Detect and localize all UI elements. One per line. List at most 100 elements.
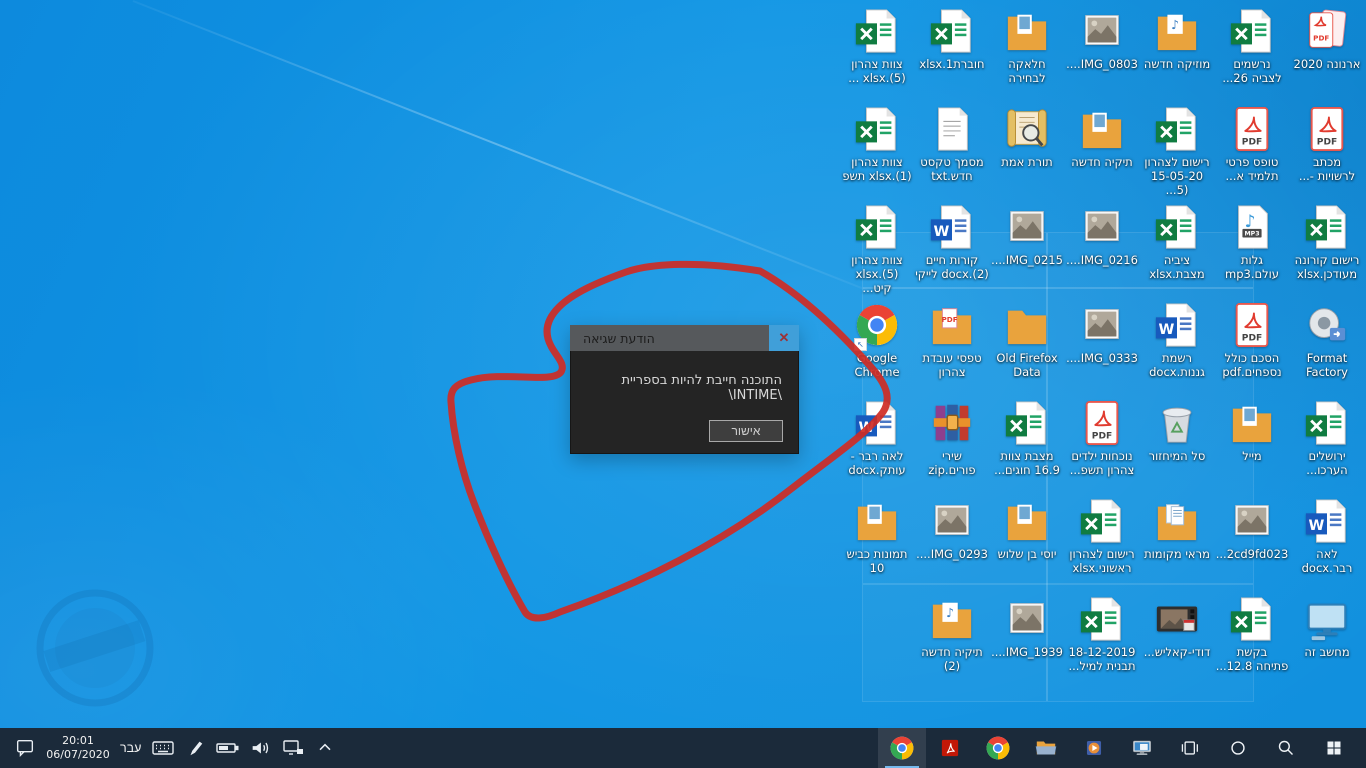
pc-icon — [1304, 596, 1350, 642]
chevron-up-icon[interactable] — [315, 738, 335, 758]
desktop-icon[interactable]: IMG_0215.... — [990, 204, 1064, 267]
desktop-icon[interactable]: תורת אמת — [990, 106, 1064, 169]
action-center-icon[interactable] — [14, 737, 36, 759]
excel-icon — [1004, 400, 1050, 446]
desktop-icon[interactable]: תמונות כביש 10 — [840, 498, 914, 575]
dialog-titlebar[interactable]: הודעת שגיאה ✕ — [570, 325, 799, 351]
desktop-icon[interactable]: גלות עולם.mp3 — [1215, 204, 1289, 281]
desktop-icon[interactable]: לאה רבר.docx — [1290, 498, 1364, 575]
desktop-icon[interactable]: רישום לצהרון 15-05-20 (5... — [1140, 106, 1214, 197]
desktop-icon[interactable]: ארנונה 2020 — [1290, 8, 1364, 71]
pen-icon[interactable] — [185, 737, 205, 759]
desktop-icon[interactable]: בקשת פתיחה 12.8... — [1215, 596, 1289, 673]
desktop-icon-label: תיקיה חדשה — [1071, 155, 1133, 169]
ok-button[interactable]: אישור — [709, 420, 783, 442]
desktop-icon-label: IMG_0293.... — [916, 547, 988, 561]
desktop-icon[interactable]: מייל — [1215, 400, 1289, 463]
shortcut-arrow-icon: ↖ — [854, 338, 867, 351]
desktop-icon[interactable]: רישום לצהרון ראשוני.xlsx — [1065, 498, 1139, 575]
pdf-icon — [1304, 106, 1350, 152]
desktop-icon[interactable]: Old Firefox Data — [990, 302, 1064, 379]
desktop-icon-label: צוות צהרון (5).xlsx קיט... — [851, 253, 903, 296]
word-icon — [929, 204, 975, 250]
desktop-icon[interactable]: צוות צהרון (5).xlsx קיט... — [840, 204, 914, 295]
desktop-icon[interactable]: רשמת גננות.docx — [1140, 302, 1214, 379]
clock-date: 06/07/2020 — [46, 748, 110, 761]
desktop-icon-label: מכתב לרשויות -... — [1298, 155, 1356, 184]
desktop-icon[interactable]: IMG_0333.... — [1065, 302, 1139, 365]
desktop-icon[interactable]: מחשב זה — [1290, 596, 1364, 659]
desktop-icon-label: Format Factory — [1305, 351, 1348, 380]
word-icon — [1304, 498, 1350, 544]
taskbar-media-player-icon[interactable] — [1070, 728, 1118, 768]
desktop-icon-label: Google Chrome — [854, 351, 900, 380]
desktop-icon[interactable]: IMG_0216.... — [1065, 204, 1139, 267]
excel-icon — [1154, 106, 1200, 152]
desktop-icon[interactable]: צוות צהרון (5).xlsx ... — [840, 8, 914, 85]
desktop-icon[interactable]: טופס פרטי תלמיד א... — [1215, 106, 1289, 183]
volume-icon[interactable] — [249, 737, 271, 759]
desktop-icon[interactable]: צוות צהרון (1).xlsx תשפ — [840, 106, 914, 183]
desktop-icon-label: מוזיקה חדשה — [1143, 57, 1211, 71]
image-icon — [1004, 596, 1050, 642]
desktop-icon[interactable]: לאה רבר - עותק.docx — [840, 400, 914, 477]
taskbar-task-view-icon[interactable] — [1166, 728, 1214, 768]
desktop-icon-label: IMG_1939.... — [991, 645, 1063, 659]
folderimg-icon — [1004, 498, 1050, 544]
desktop-icon[interactable]: קורות חיים (2).docx לייקי — [915, 204, 989, 281]
desktop-icon[interactable]: יוסי בן שלוש — [990, 498, 1064, 561]
taskbar-search-icon[interactable] — [1262, 728, 1310, 768]
desktop-icon[interactable]: חוברת1.xlsx — [915, 8, 989, 71]
desktop-icon[interactable]: מסמך טקסט חדש.txt — [915, 106, 989, 183]
taskbar-chrome-2-icon[interactable] — [974, 728, 1022, 768]
desktop-icon-label: תמונות כביש 10 — [846, 547, 908, 576]
desktop-icon[interactable]: מראי מקומות — [1140, 498, 1214, 561]
desktop-icon-label: לאה רבר.docx — [1301, 547, 1353, 576]
desktop-icon[interactable]: IMG_0293.... — [915, 498, 989, 561]
desktop-icon[interactable]: 18-12-2019 תבנית למיל... — [1065, 596, 1139, 673]
folder-icon — [1004, 302, 1050, 348]
desktop-icon[interactable]: תיקיה חדשה — [1065, 106, 1139, 169]
desktop-icon[interactable]: Format Factory — [1290, 302, 1364, 379]
taskbar-file-explorer-icon[interactable] — [1022, 728, 1070, 768]
desktop-icon[interactable]: נרשמים לצביה 26... — [1215, 8, 1289, 85]
taskbar-start-icon[interactable] — [1310, 728, 1358, 768]
desktop-icon[interactable]: מוזיקה חדשה — [1140, 8, 1214, 71]
battery-icon[interactable] — [215, 737, 239, 759]
taskbar-cortana-icon[interactable] — [1214, 728, 1262, 768]
desktop-icon-label: טפסי עובדת צהרון — [922, 351, 982, 380]
desktop-icon[interactable]: שירי פורים.zip — [915, 400, 989, 477]
taskbar-acrobat-icon[interactable] — [926, 728, 974, 768]
desktop-icon-label: רישום לצהרון 15-05-20 (5... — [1144, 155, 1210, 198]
desktop-icon-label: ארנונה 2020 — [1293, 57, 1361, 71]
excel-icon — [854, 204, 900, 250]
desktop-icon[interactable]: הסכם כולל נספחים.pdf — [1215, 302, 1289, 379]
touch-keyboard-icon[interactable] — [151, 737, 175, 759]
pdf-icon — [1229, 106, 1275, 152]
desktop-icon[interactable]: נוכחות ילדים צהרון תשפ... — [1065, 400, 1139, 477]
desktop-icon[interactable]: 2cd9fd023... — [1215, 498, 1289, 561]
desktop-icon[interactable]: סל המיחזור — [1140, 400, 1214, 463]
desktop-icon[interactable]: טפסי עובדת צהרון — [915, 302, 989, 379]
desktop-icon[interactable]: מצבת צוות 16.9 חוגים... — [990, 400, 1064, 477]
desktop-icon[interactable]: מכתב לרשויות -... — [1290, 106, 1364, 183]
taskbar-system-icon[interactable] — [1118, 728, 1166, 768]
network-icon[interactable] — [281, 737, 305, 759]
desktop-icon[interactable]: דודי-קאליש... — [1140, 596, 1214, 659]
desktop-icon[interactable]: ציביה מצבת.xlsx — [1140, 204, 1214, 281]
desktop-icon[interactable]: ↖ Google Chrome — [840, 302, 914, 379]
desktop-icon-label: ירושלים הערכו... — [1306, 449, 1348, 478]
desktop-icon[interactable]: חלאקה לבחירה — [990, 8, 1064, 85]
desktop-icon-label: בקשת פתיחה 12.8... — [1215, 645, 1289, 674]
desktop-icon[interactable]: ירושלים הערכו... — [1290, 400, 1364, 477]
desktop-icon[interactable]: תיקיה חדשה (2) — [915, 596, 989, 673]
taskbar-chrome-icon[interactable] — [878, 728, 926, 768]
video-icon — [1154, 596, 1200, 642]
desktop-icon[interactable]: רישום קורונה מעודכן.xlsx — [1290, 204, 1364, 281]
desktop-icon[interactable]: IMG_1939.... — [990, 596, 1064, 659]
desktop-icon[interactable]: IMG_0803.... — [1065, 8, 1139, 71]
taskbar-clock[interactable]: 20:01 06/07/2020 — [46, 734, 110, 763]
close-icon[interactable]: ✕ — [769, 325, 799, 351]
desktop-icon-label: יוסי בן שלוש — [997, 547, 1057, 561]
language-indicator[interactable]: עבר — [120, 741, 141, 755]
